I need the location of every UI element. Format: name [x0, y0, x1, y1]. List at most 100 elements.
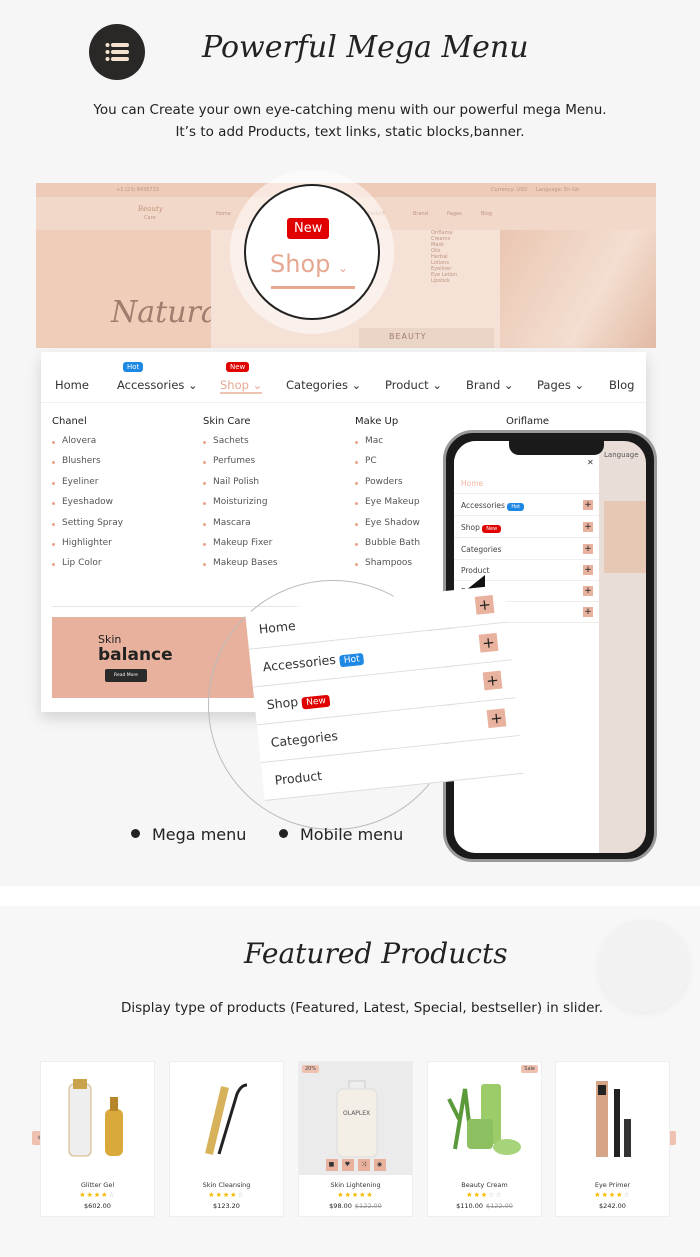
- star-rating: ★★★★☆: [208, 1191, 245, 1199]
- product-card[interactable]: OLAPLEX ■ ♥ ⤨ ◉ 20% Skin Lightening ★★★★★ $9…: [298, 1061, 413, 1217]
- magnified-mobile-menu: Home + Accessories Hot + Shop New + Categor…: [245, 584, 528, 801]
- expand-icon[interactable]: +: [583, 500, 593, 510]
- site-nav: Pages: [447, 211, 462, 217]
- menu-link[interactable]: Makeup Bases: [203, 558, 278, 578]
- nav-accessories[interactable]: Hot Accessories ⌄: [117, 362, 198, 392]
- model-image: [604, 501, 646, 573]
- product-card[interactable]: Glitter Gel ★★★★☆ $602.00: [40, 1061, 155, 1217]
- menu-column-skin-care: Skin Care Sachets Perfumes Nail Polish Mois…: [203, 416, 278, 579]
- eye-icon[interactable]: ◉: [373, 1159, 386, 1171]
- nav-shop[interactable]: New Shop ⌄: [220, 362, 263, 394]
- phone-notch: [509, 441, 604, 455]
- menu-link[interactable]: PC: [355, 456, 420, 476]
- menu-link[interactable]: Alovera: [52, 436, 123, 456]
- read-more-button[interactable]: Read More: [105, 669, 147, 682]
- product-name[interactable]: Skin Cleansing: [170, 1181, 283, 1189]
- nav-product[interactable]: Product ⌄: [385, 378, 442, 392]
- section-title: Powerful Mega Menu: [202, 30, 529, 65]
- expand-icon[interactable]: +: [478, 632, 499, 653]
- site-nav: Home: [216, 211, 231, 217]
- expand-icon[interactable]: +: [474, 595, 495, 615]
- menu-link[interactable]: Blushers: [52, 456, 123, 476]
- product-price: $110.00 $122.00: [456, 1202, 513, 1210]
- menu-link[interactable]: Sachets: [203, 436, 278, 456]
- menu-link[interactable]: Moisturizing: [203, 497, 278, 517]
- nav-home[interactable]: Home: [55, 378, 89, 392]
- featured-title: Featured Products: [244, 937, 508, 970]
- nav-blog[interactable]: Blog: [609, 378, 634, 392]
- product-image[interactable]: [556, 1062, 669, 1175]
- site-nav: Blog: [481, 211, 493, 217]
- product-card[interactable]: Sale Beauty Cream ★★★☆☆ $110.00 $122.00: [427, 1061, 542, 1217]
- expand-icon[interactable]: +: [583, 544, 593, 554]
- product-name[interactable]: Beauty Cream: [428, 1181, 541, 1189]
- product-price: $123.20: [213, 1202, 240, 1210]
- product-image[interactable]: [428, 1062, 541, 1175]
- site-language: Language: En-Gb: [536, 187, 580, 193]
- svg-text:OLAPLEX: OLAPLEX: [343, 1110, 370, 1117]
- beauty-banner: BEAUTY: [359, 328, 494, 348]
- product-price: $242.00: [599, 1202, 626, 1210]
- product-image[interactable]: OLAPLEX ■ ♥ ⤨ ◉: [299, 1062, 412, 1175]
- featured-desc: Display type of products (Featured, Late…: [120, 1000, 604, 1016]
- list-icon: [89, 24, 145, 80]
- product-tag: 20%: [302, 1065, 320, 1073]
- decor-circle: [598, 920, 690, 1012]
- expand-icon[interactable]: +: [583, 522, 593, 532]
- expand-icon[interactable]: +: [583, 565, 593, 575]
- bullet-mega-menu: Mega menu: [131, 825, 246, 844]
- menu-link[interactable]: Mac: [355, 436, 420, 456]
- menu-link[interactable]: Powders: [355, 477, 420, 497]
- menu-link[interactable]: Lip Color: [52, 558, 123, 578]
- expand-icon[interactable]: +: [486, 708, 507, 729]
- menu-link[interactable]: Nail Polish: [203, 477, 278, 497]
- expand-icon[interactable]: +: [482, 670, 503, 691]
- expand-icon[interactable]: +: [583, 586, 593, 596]
- active-underline: [271, 286, 355, 289]
- menu-link[interactable]: Bubble Bath: [355, 538, 420, 558]
- site-logo-sub: Care: [144, 215, 156, 221]
- menu-link[interactable]: Perfumes: [203, 456, 278, 476]
- nav-categories[interactable]: Categories ⌄: [286, 378, 361, 392]
- site-logo: Beauty: [138, 205, 163, 213]
- product-name[interactable]: Eye Primer: [556, 1181, 669, 1189]
- product-name[interactable]: Glitter Gel: [41, 1181, 154, 1189]
- star-rating: ★★★★☆: [594, 1191, 631, 1199]
- menu-link[interactable]: Eyeliner: [52, 477, 123, 497]
- menu-column-chanel: Chanel Alovera Blushers Eyeliner Eyeshadow S…: [52, 416, 123, 579]
- menu-link[interactable]: Mascara: [203, 518, 278, 538]
- section-desc-1: You can Create your own eye-catching men…: [93, 102, 607, 118]
- star-rating: ★★★★★: [337, 1191, 374, 1199]
- mobile-item-home[interactable]: Home: [454, 473, 599, 494]
- close-icon[interactable]: ✕: [587, 458, 594, 467]
- menu-column-make-up: Make Up Mac PC Powders Eye Makeup Eye Shadow…: [355, 416, 420, 579]
- nav-brand[interactable]: Brand ⌄: [466, 378, 514, 392]
- product-image[interactable]: [170, 1062, 283, 1175]
- product-card[interactable]: Eye Primer ★★★★☆ $242.00: [555, 1061, 670, 1217]
- product-name[interactable]: Skin Lightening: [299, 1181, 412, 1189]
- product-tag: Sale: [521, 1065, 538, 1073]
- product-price: $602.00: [84, 1202, 111, 1210]
- oriflame-faint-list: Oriflame Creams Mask Oils Herbal Lotions Eyeli…: [431, 230, 458, 284]
- menu-link[interactable]: Eye Makeup: [355, 497, 420, 517]
- menu-link[interactable]: Eye Shadow: [355, 518, 420, 538]
- product-image[interactable]: [41, 1062, 154, 1175]
- heart-icon[interactable]: ♥: [341, 1159, 354, 1171]
- expand-icon[interactable]: +: [583, 607, 593, 617]
- cart-icon[interactable]: ■: [325, 1159, 338, 1171]
- menu-link[interactable]: Highlighter: [52, 538, 123, 558]
- mobile-item-shop[interactable]: Shop New +: [454, 517, 599, 538]
- menu-link[interactable]: Makeup Fixer: [203, 538, 278, 558]
- product-card[interactable]: Skin Cleansing ★★★★☆ $123.20: [169, 1061, 284, 1217]
- mobile-item-categories[interactable]: Categories +: [454, 539, 599, 560]
- new-badge: New: [287, 218, 330, 239]
- lens-shop-label: Shop ⌄: [270, 250, 349, 278]
- compare-icon[interactable]: ⤨: [357, 1159, 370, 1171]
- mobile-item-accessories[interactable]: Accessories Hot +: [454, 495, 599, 516]
- hot-badge: Hot: [123, 362, 144, 372]
- star-rating: ★★★☆☆: [466, 1191, 503, 1199]
- menu-link[interactable]: Eyeshadow: [52, 497, 123, 517]
- nav-pages[interactable]: Pages ⌄: [537, 378, 584, 392]
- language-label: Language: [604, 451, 639, 459]
- menu-link[interactable]: Setting Spray: [52, 518, 123, 538]
